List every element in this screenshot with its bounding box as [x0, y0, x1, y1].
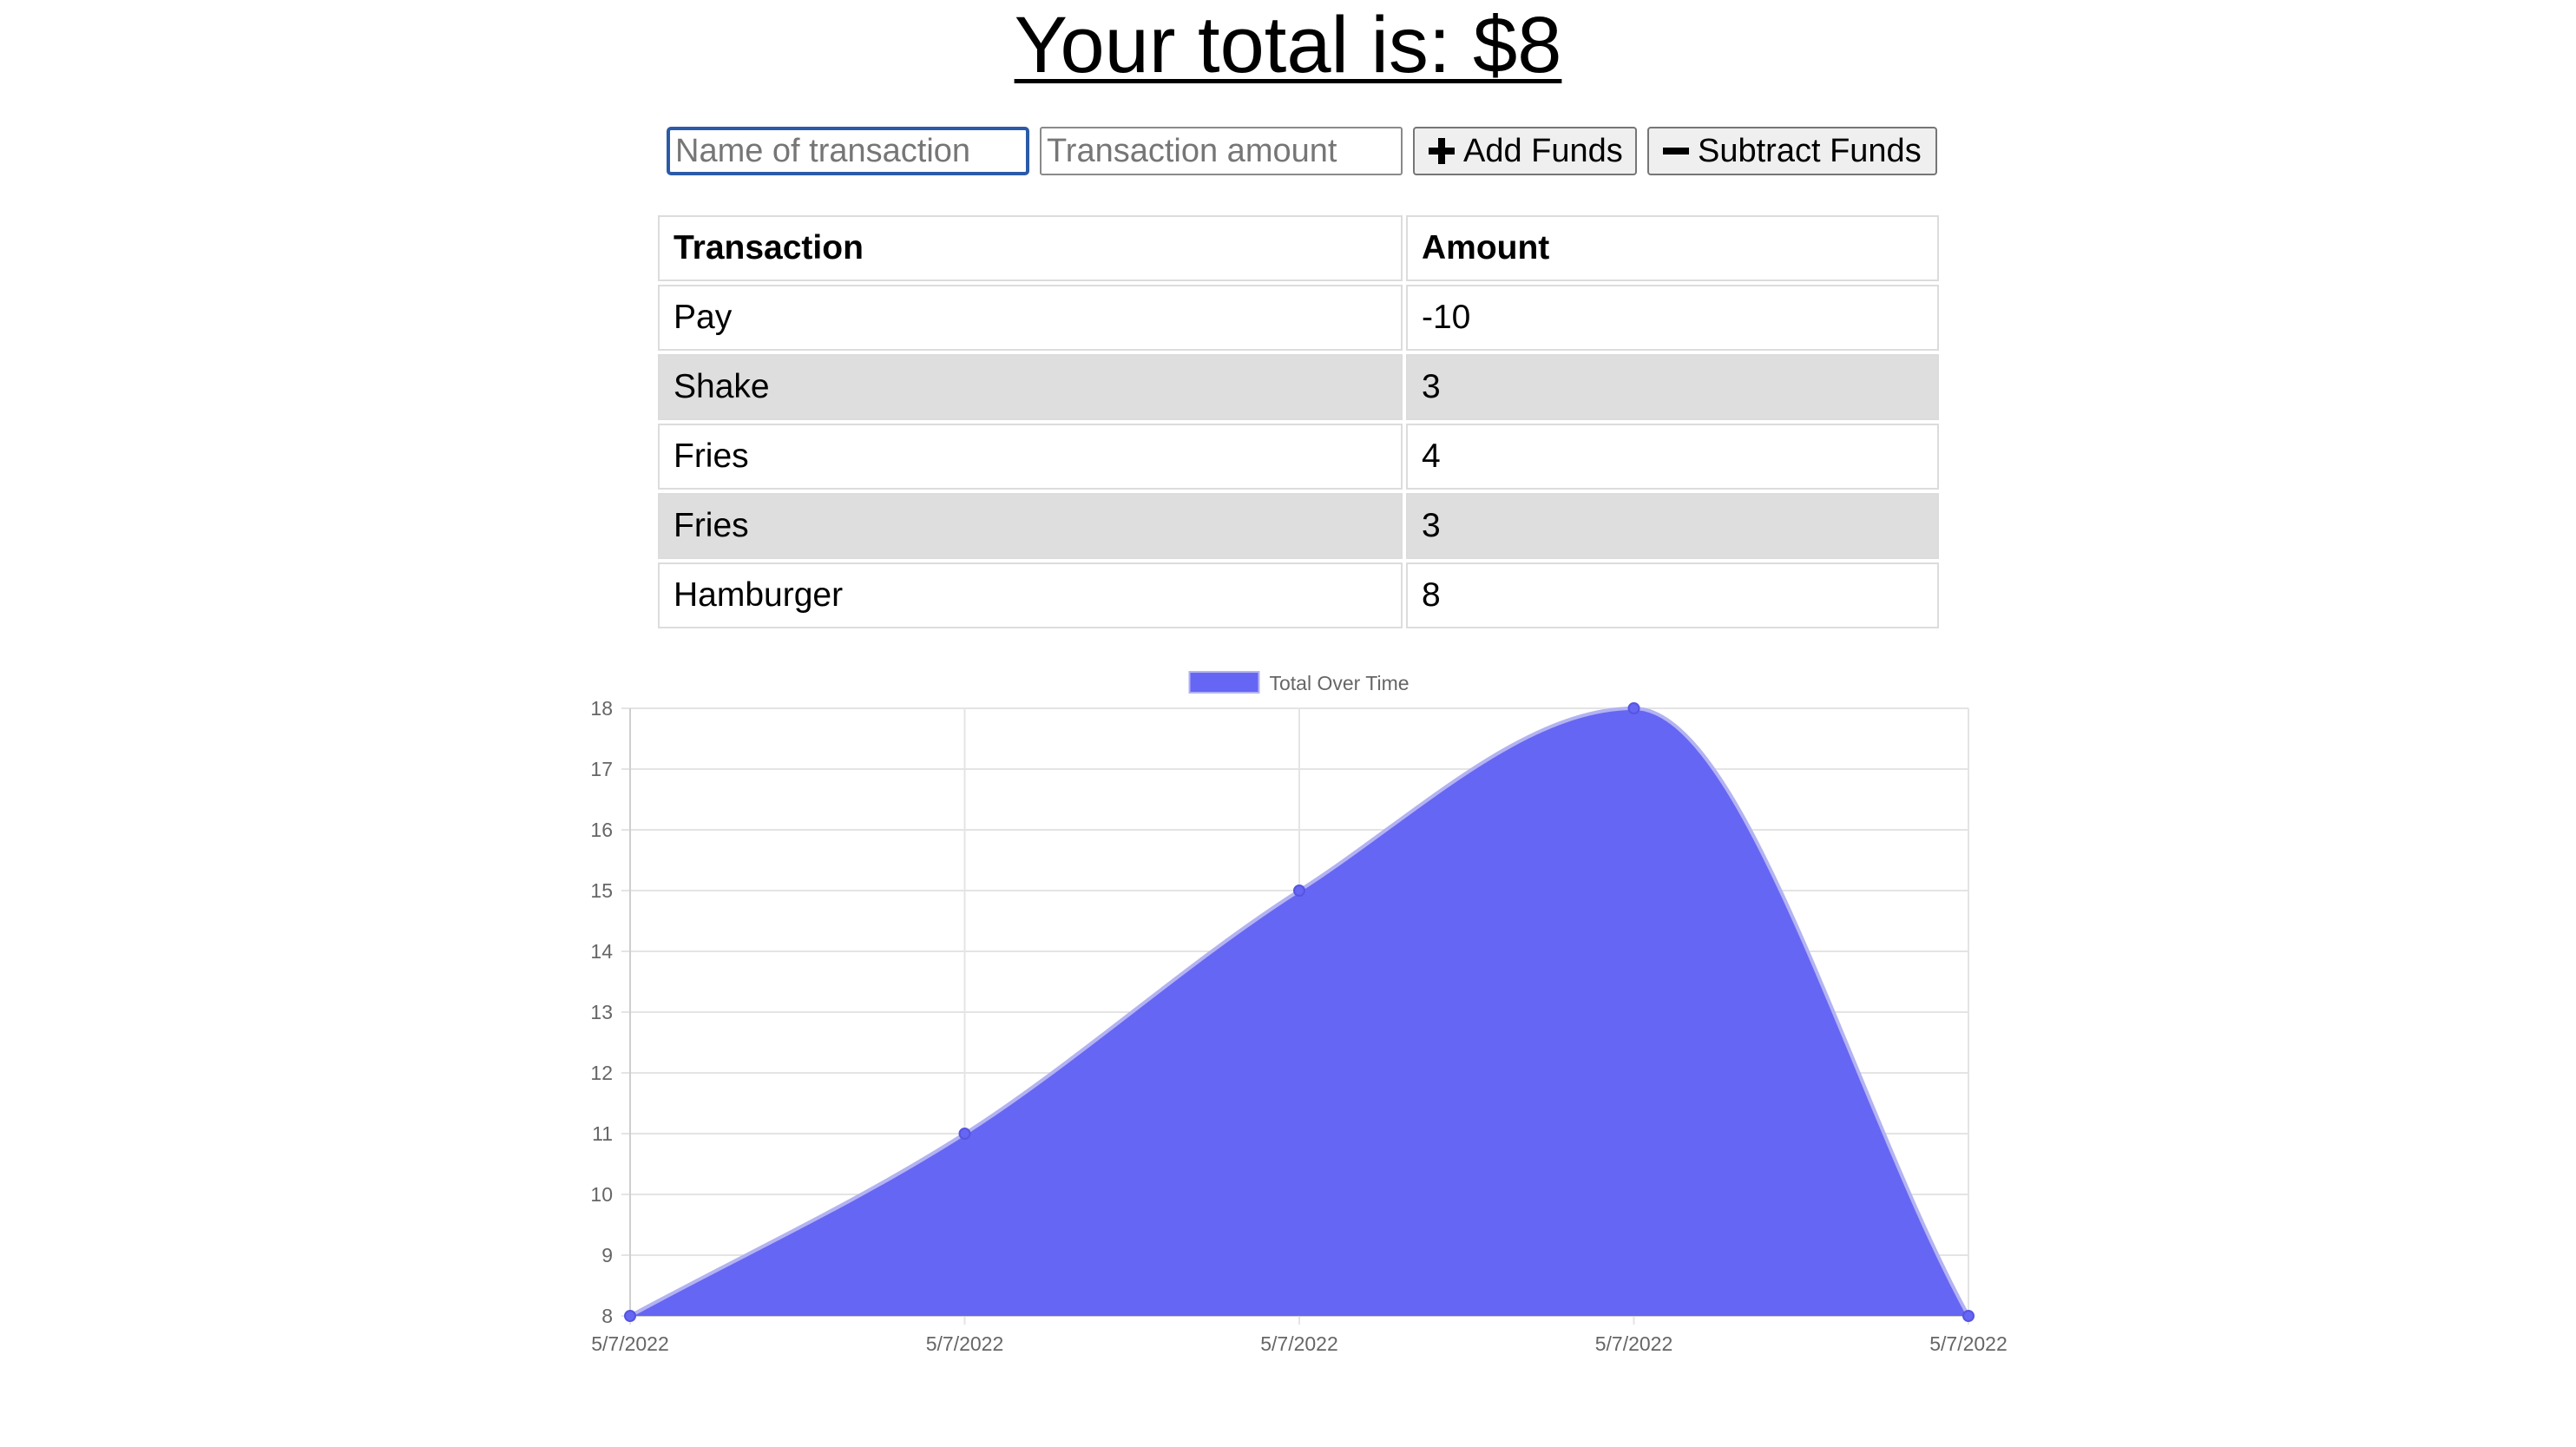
x-tick-label: 5/7/2022: [926, 1332, 1004, 1355]
x-tick-label: 5/7/2022: [1595, 1332, 1673, 1355]
total-over-time-chart: 8 9 10 11 12 13 14 15 16 17 18 5/7/2022 5/7/2022 5/7/…: [590, 671, 2008, 1355]
y-tick-label: 15: [590, 879, 613, 902]
x-tick-label: 5/7/2022: [591, 1332, 669, 1355]
y-tick-label: 18: [590, 697, 613, 720]
data-point: [1962, 1310, 1975, 1322]
y-tick-label: 16: [590, 819, 613, 841]
y-tick-label: 13: [590, 1001, 613, 1023]
y-tick-label: 12: [590, 1062, 613, 1084]
y-tick-label: 10: [590, 1183, 613, 1206]
x-tick-label: 5/7/2022: [1260, 1332, 1338, 1355]
y-tick-label: 17: [590, 758, 613, 780]
y-tick-label: 11: [592, 1122, 613, 1145]
data-point: [624, 1310, 636, 1322]
y-tick-label: 8: [601, 1305, 613, 1327]
x-tick-label: 5/7/2022: [1929, 1332, 2008, 1355]
y-tick-label: 14: [590, 940, 613, 963]
chart-container: 8 9 10 11 12 13 14 15 16 17 18 5/7/2022 5/7/2022 5/7/…: [0, 0, 2576, 1443]
legend-label: Total Over Time: [1269, 672, 1409, 694]
data-point: [1293, 885, 1305, 897]
data-point: [1627, 702, 1640, 714]
y-tick-label: 9: [601, 1244, 613, 1266]
data-point: [958, 1128, 971, 1140]
legend-swatch: [1188, 671, 1260, 694]
